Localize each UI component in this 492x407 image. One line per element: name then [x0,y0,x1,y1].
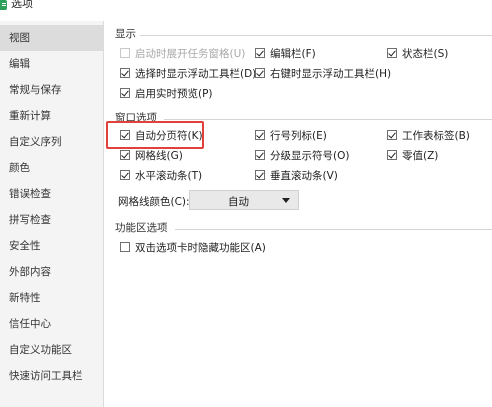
checkbox-zero-values[interactable]: 零值(Z) [387,148,438,162]
checkbox-box [120,242,130,252]
checkbox-box [387,130,397,140]
sidebar-item-spell-check[interactable]: 拼写检查 [0,207,103,233]
checkbox-label: 右键时显示浮动工具栏(H) [270,67,392,80]
checkbox-floating-toolbar-on-right-click[interactable]: 右键时显示浮动工具栏(H) [255,66,391,80]
checkbox-label: 零值(Z) [402,149,439,162]
sidebar-item-new-features[interactable]: 新特性 [0,285,103,311]
checkbox-box [120,88,130,98]
checkbox-label: 启动时展开任务窗格(U) [135,47,246,60]
checkbox-label: 工作表标签(B) [402,129,470,142]
checkbox-status-bar[interactable]: 状态栏(S) [387,46,448,60]
section-title-display: 显示 [115,28,136,40]
window-title: 选项 [11,0,33,10]
checkbox-box [387,150,397,160]
sidebar-item-quick-access-toolbar[interactable]: 快速访问工具栏 [0,363,103,389]
checkbox-label: 状态栏(S) [402,47,449,60]
checkbox-box [387,48,397,58]
sidebar-item-edit[interactable]: 编辑 [0,51,103,77]
section-divider [175,229,492,230]
checkbox-label: 分级显示符号(O) [270,149,350,162]
gridline-color-label: 网格线颜色(C): [118,196,190,208]
checkbox-vertical-scrollbar[interactable]: 垂直滚动条(V) [255,168,338,182]
section-divider [164,119,492,120]
checkbox-box [255,130,265,140]
sidebar-item-security[interactable]: 安全性 [0,233,103,259]
sidebar-item-error-checking[interactable]: 错误检查 [0,181,103,207]
checkbox-label: 网格线(G) [135,149,183,162]
highlight-box [106,121,204,149]
checkbox-row-column-headers[interactable]: 行号列标(E) [255,128,327,142]
checkbox-label: 启用实时预览(P) [135,87,213,100]
chevron-down-icon [282,198,290,203]
checkbox-gridlines[interactable]: 网格线(G) [120,148,183,162]
options-sidebar: 视图 编辑 常规与保存 重新计算 自定义序列 颜色 错误检查 拼写检查 安全性 … [0,21,104,407]
checkbox-floating-toolbar-on-select[interactable]: 选择时显示浮动工具栏(D) [120,66,256,80]
checkbox-box [255,170,265,180]
checkbox-box [120,150,130,160]
checkbox-label: 双击选项卡时隐藏功能区(A) [135,241,266,254]
sidebar-item-trust-center[interactable]: 信任中心 [0,311,103,337]
checkbox-box [120,170,130,180]
gridline-color-dropdown[interactable]: 自动 [189,190,299,210]
checkbox-box [255,48,265,58]
checkbox-outline-symbols[interactable]: 分级显示符号(O) [255,148,349,162]
section-divider [140,35,492,36]
app-logo-icon [0,0,7,10]
sidebar-item-colors[interactable]: 颜色 [0,155,103,181]
checkbox-formula-bar[interactable]: 编辑栏(F) [255,46,316,60]
checkbox-box [255,68,265,78]
gridline-color-value: 自动 [228,196,249,208]
checkbox-hide-ribbon-on-double-click[interactable]: 双击选项卡时隐藏功能区(A) [120,240,266,254]
sidebar-item-customize-ribbon[interactable]: 自定义功能区 [0,337,103,363]
checkbox-box [120,68,130,78]
sidebar-item-recalculate[interactable]: 重新计算 [0,103,103,129]
sidebar-item-view[interactable]: 视图 [0,25,103,51]
checkbox-box [120,48,130,58]
checkbox-sheet-tabs[interactable]: 工作表标签(B) [387,128,470,142]
sidebar-item-external-content[interactable]: 外部内容 [0,259,103,285]
checkbox-label: 选择时显示浮动工具栏(D) [135,67,257,80]
checkbox-label: 行号列标(E) [270,129,327,142]
checkbox-expand-task-pane[interactable]: 启动时展开任务窗格(U) [120,46,245,60]
checkbox-label: 垂直滚动条(V) [270,169,338,182]
checkbox-label: 水平滚动条(T) [135,169,203,182]
section-title-ribbon-options: 功能区选项 [115,222,168,234]
checkbox-live-preview[interactable]: 启用实时预览(P) [120,86,213,100]
sidebar-item-custom-lists[interactable]: 自定义序列 [0,129,103,155]
checkbox-horizontal-scrollbar[interactable]: 水平滚动条(T) [120,168,202,182]
sidebar-item-general-save[interactable]: 常规与保存 [0,77,103,103]
checkbox-label: 编辑栏(F) [270,47,316,60]
title-bar: 选项 [0,0,492,14]
checkbox-box [255,150,265,160]
